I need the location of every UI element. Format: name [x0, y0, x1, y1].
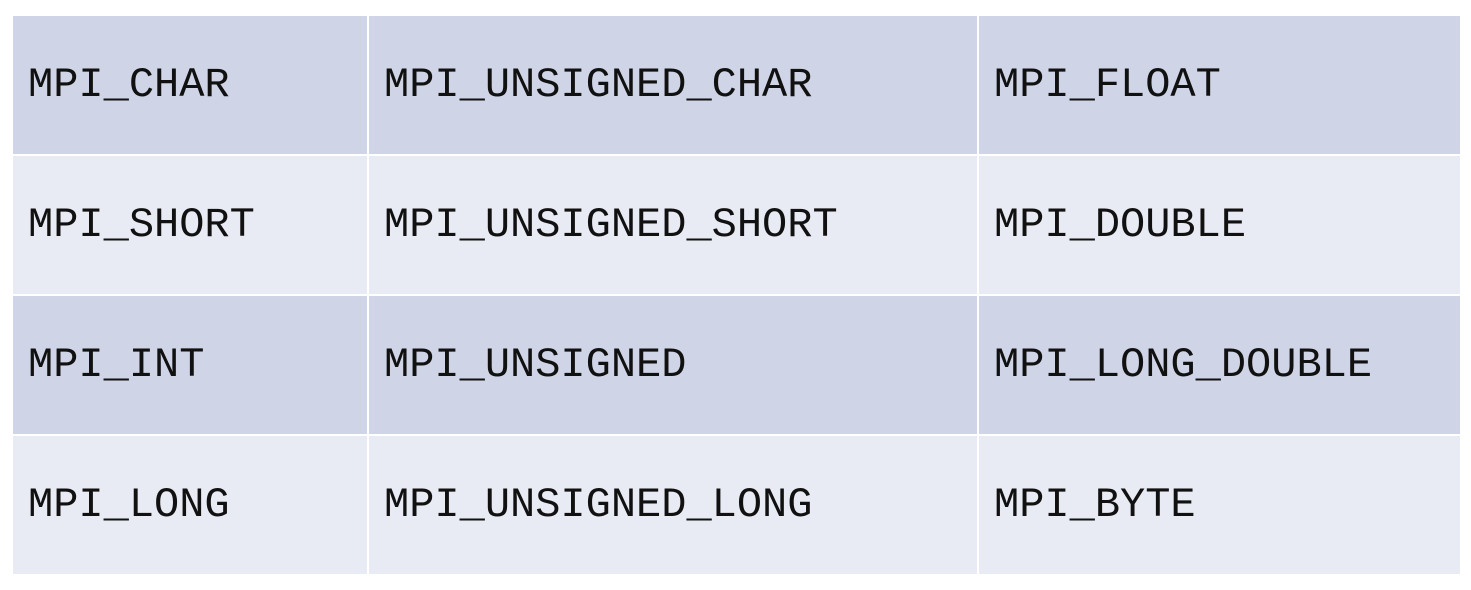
table-cell: MPI_UNSIGNED_SHORT	[367, 154, 979, 296]
table-cell: MPI_DOUBLE	[977, 154, 1462, 296]
table-row: MPI_CHAR MPI_UNSIGNED_CHAR MPI_FLOAT	[11, 14, 1462, 156]
mpi-datatype-table: MPI_CHAR MPI_UNSIGNED_CHAR MPI_FLOAT MPI…	[11, 14, 1462, 576]
table-cell: MPI_UNSIGNED_LONG	[367, 434, 979, 576]
table-row: MPI_LONG MPI_UNSIGNED_LONG MPI_BYTE	[11, 434, 1462, 576]
table-cell: MPI_LONG_DOUBLE	[977, 294, 1462, 436]
table-cell: MPI_UNSIGNED	[367, 294, 979, 436]
table-row: MPI_INT MPI_UNSIGNED MPI_LONG_DOUBLE	[11, 294, 1462, 436]
table-cell: MPI_FLOAT	[977, 14, 1462, 156]
table-cell: MPI_CHAR	[11, 14, 369, 156]
table-cell: MPI_LONG	[11, 434, 369, 576]
table-cell: MPI_SHORT	[11, 154, 369, 296]
table-cell: MPI_BYTE	[977, 434, 1462, 576]
table-cell: MPI_INT	[11, 294, 369, 436]
mpi-datatype-table-container: MPI_CHAR MPI_UNSIGNED_CHAR MPI_FLOAT MPI…	[11, 14, 1462, 576]
table-cell: MPI_UNSIGNED_CHAR	[367, 14, 979, 156]
table-row: MPI_SHORT MPI_UNSIGNED_SHORT MPI_DOUBLE	[11, 154, 1462, 296]
